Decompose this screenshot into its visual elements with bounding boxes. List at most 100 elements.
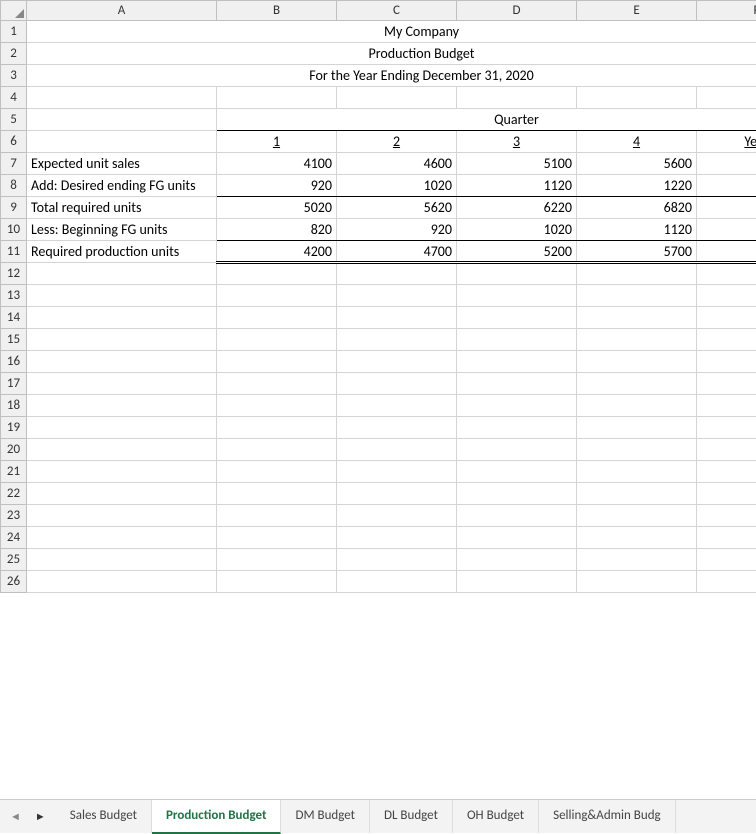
val-addend-q1[interactable]: 920	[217, 175, 337, 197]
row-header-12[interactable]: 12	[1, 263, 27, 285]
row-header-15[interactable]: 15	[1, 329, 27, 351]
cell-B14[interactable]	[217, 307, 337, 329]
row-header-1[interactable]: 1	[1, 21, 27, 43]
cell-F19[interactable]	[697, 417, 756, 439]
val-addend-year[interactable]: 1220	[697, 175, 756, 197]
cell-A17[interactable]	[27, 373, 217, 395]
val-addend-q2[interactable]: 1020	[337, 175, 457, 197]
cell-A22[interactable]	[27, 483, 217, 505]
cell-D18[interactable]	[457, 395, 577, 417]
val-expected-q1[interactable]: 4100	[217, 153, 337, 175]
cell-C15[interactable]	[337, 329, 457, 351]
row-header-9[interactable]: 9	[1, 197, 27, 219]
cell-D21[interactable]	[457, 461, 577, 483]
cell-E20[interactable]	[577, 439, 697, 461]
cell-E19[interactable]	[577, 417, 697, 439]
val-total-q1[interactable]: 5020	[217, 197, 337, 219]
cell-B12[interactable]	[217, 263, 337, 285]
cell-C23[interactable]	[337, 505, 457, 527]
cell-F15[interactable]	[697, 329, 756, 351]
cell-A4[interactable]	[27, 87, 217, 109]
val-addend-q3[interactable]: 1120	[457, 175, 577, 197]
cell-C24[interactable]	[337, 527, 457, 549]
cell-E12[interactable]	[577, 263, 697, 285]
val-required-q3[interactable]: 5200	[457, 241, 577, 263]
tab-nav-prev-icon[interactable]: ◄	[10, 810, 21, 823]
cell-E25[interactable]	[577, 549, 697, 571]
cell-C26[interactable]	[337, 571, 457, 593]
cell-A19[interactable]	[27, 417, 217, 439]
cell-D20[interactable]	[457, 439, 577, 461]
cell-B15[interactable]	[217, 329, 337, 351]
cell-D14[interactable]	[457, 307, 577, 329]
row-header-26[interactable]: 26	[1, 571, 27, 593]
cell-A14[interactable]	[27, 307, 217, 329]
cell-D12[interactable]	[457, 263, 577, 285]
tab-nav-next-icon[interactable]: ►	[35, 810, 46, 823]
cell-B16[interactable]	[217, 351, 337, 373]
cell-F14[interactable]	[697, 307, 756, 329]
val-required-q1[interactable]: 4200	[217, 241, 337, 263]
row-header-2[interactable]: 2	[1, 43, 27, 65]
cell-A25[interactable]	[27, 549, 217, 571]
cell-E23[interactable]	[577, 505, 697, 527]
cell-E16[interactable]	[577, 351, 697, 373]
cell-B19[interactable]	[217, 417, 337, 439]
cell-C25[interactable]	[337, 549, 457, 571]
label-total[interactable]: Total required units	[27, 197, 217, 219]
tab-selling-admin-budget[interactable]: Selling&Admin Budg	[539, 800, 676, 833]
cell-D23[interactable]	[457, 505, 577, 527]
cell-A5[interactable]	[27, 109, 217, 131]
cell-A18[interactable]	[27, 395, 217, 417]
val-expected-q2[interactable]: 4600	[337, 153, 457, 175]
cell-E24[interactable]	[577, 527, 697, 549]
cell-B17[interactable]	[217, 373, 337, 395]
row-header-10[interactable]: 10	[1, 219, 27, 241]
cell-F22[interactable]	[697, 483, 756, 505]
val-lessbeg-year[interactable]: 3880	[697, 219, 756, 241]
cell-D17[interactable]	[457, 373, 577, 395]
cell-B4[interactable]	[217, 87, 337, 109]
cell-E15[interactable]	[577, 329, 697, 351]
cell-A21[interactable]	[27, 461, 217, 483]
row-header-6[interactable]: 6	[1, 131, 27, 153]
tab-dl-budget[interactable]: DL Budget	[370, 800, 453, 833]
col-label-year[interactable]: Year	[697, 131, 756, 153]
row-header-20[interactable]: 20	[1, 439, 27, 461]
cell-F23[interactable]	[697, 505, 756, 527]
label-expected[interactable]: Expected unit sales	[27, 153, 217, 175]
cell-F26[interactable]	[697, 571, 756, 593]
cell-D19[interactable]	[457, 417, 577, 439]
cell-F4[interactable]	[697, 87, 756, 109]
row-header-23[interactable]: 23	[1, 505, 27, 527]
cell-C12[interactable]	[337, 263, 457, 285]
cell-A23[interactable]	[27, 505, 217, 527]
cell-E18[interactable]	[577, 395, 697, 417]
val-expected-year[interactable]: 19400	[697, 153, 756, 175]
cell-A13[interactable]	[27, 285, 217, 307]
cell-B25[interactable]	[217, 549, 337, 571]
cell-quarter-header[interactable]: Quarter	[217, 109, 756, 131]
cell-report-title[interactable]: Production Budget	[27, 43, 756, 65]
cell-F21[interactable]	[697, 461, 756, 483]
col-header-D[interactable]: D	[457, 1, 577, 21]
cell-B20[interactable]	[217, 439, 337, 461]
label-required[interactable]: Required production units	[27, 241, 217, 263]
cell-A24[interactable]	[27, 527, 217, 549]
cell-C22[interactable]	[337, 483, 457, 505]
val-required-year[interactable]: 16740	[697, 241, 756, 263]
val-required-q4[interactable]: 5700	[577, 241, 697, 263]
row-header-11[interactable]: 11	[1, 241, 27, 263]
val-lessbeg-q2[interactable]: 920	[337, 219, 457, 241]
cell-D15[interactable]	[457, 329, 577, 351]
cell-E22[interactable]	[577, 483, 697, 505]
cell-F16[interactable]	[697, 351, 756, 373]
cell-A15[interactable]	[27, 329, 217, 351]
cell-E26[interactable]	[577, 571, 697, 593]
row-header-7[interactable]: 7	[1, 153, 27, 175]
cell-A12[interactable]	[27, 263, 217, 285]
cell-E14[interactable]	[577, 307, 697, 329]
cell-B22[interactable]	[217, 483, 337, 505]
row-header-24[interactable]: 24	[1, 527, 27, 549]
spreadsheet-grid[interactable]: A B C D E F 1 My Company 2 Production Bu…	[0, 0, 756, 799]
